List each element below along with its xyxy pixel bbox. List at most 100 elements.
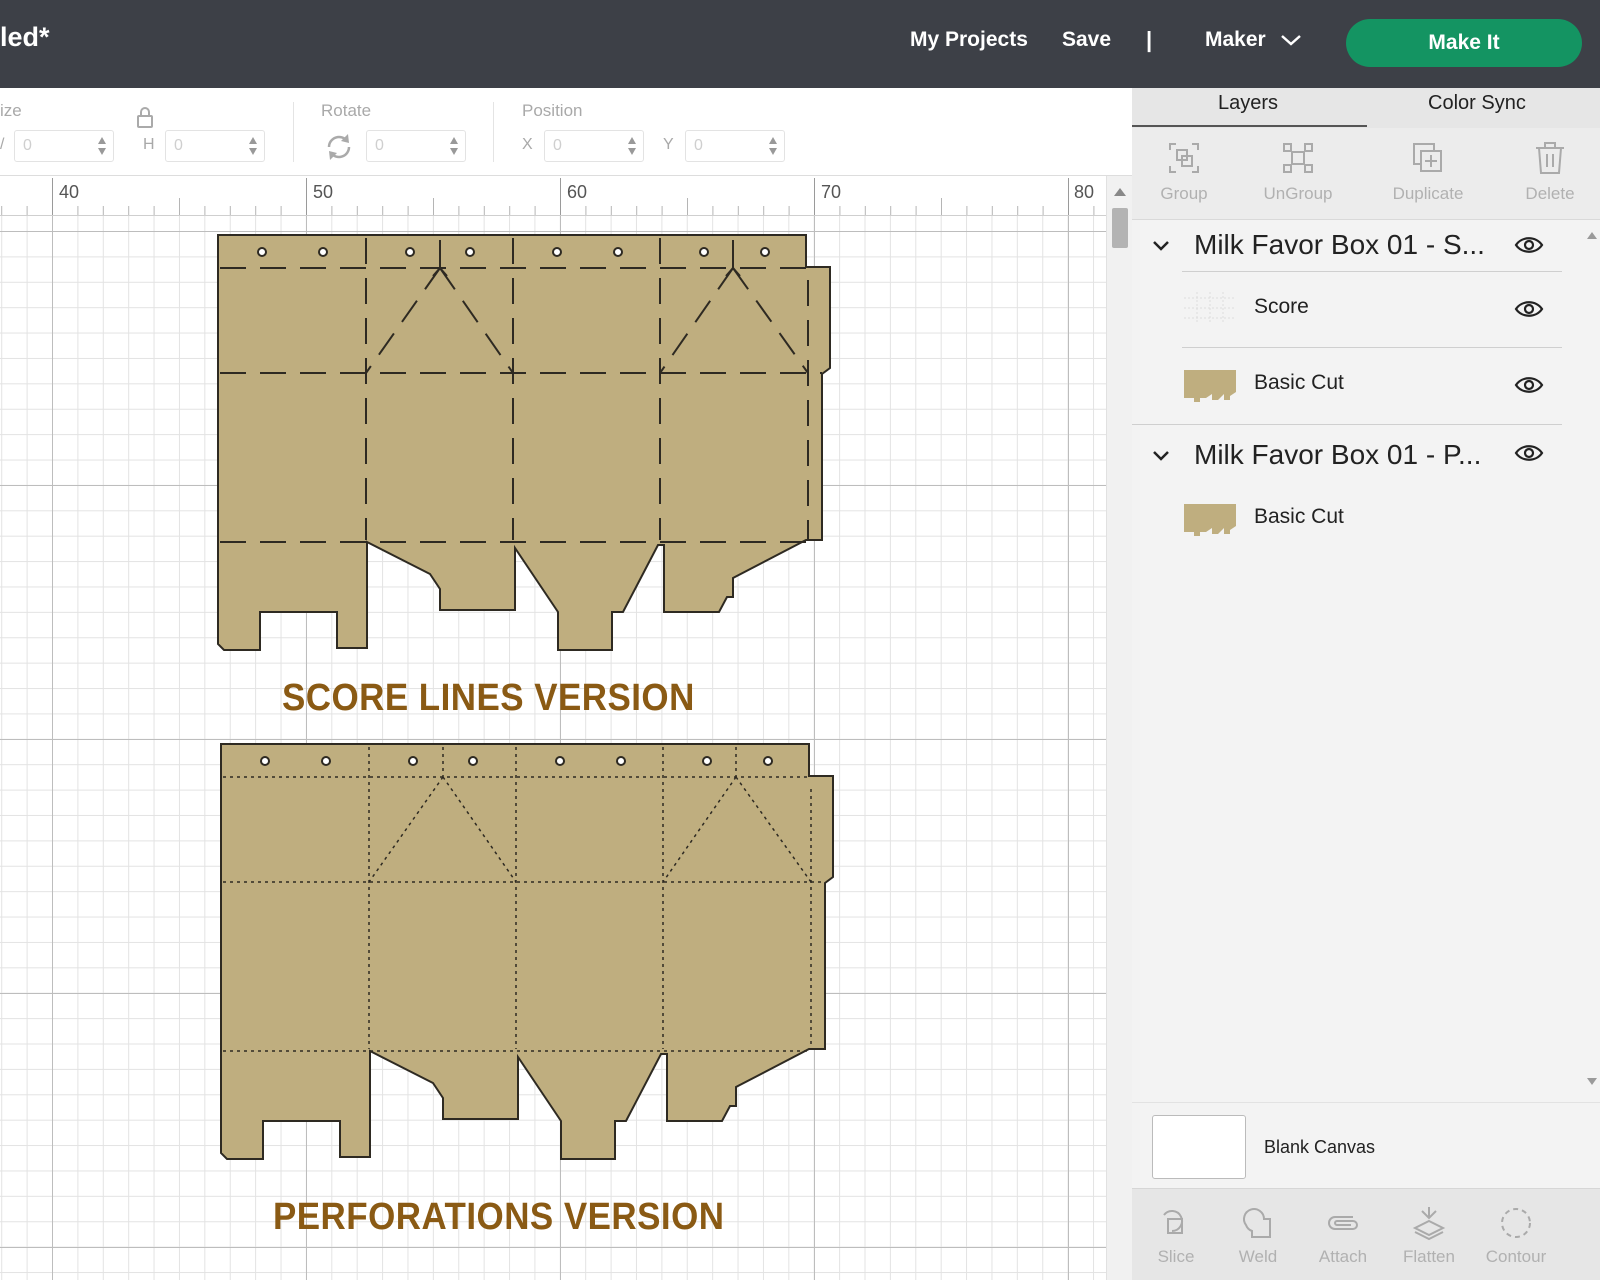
chevron-down-icon[interactable] [1150, 444, 1172, 466]
toolbar-divider [493, 102, 494, 162]
layer-item-basic-cut[interactable]: Basic Cut [1182, 348, 1572, 422]
toolbar-divider [293, 102, 294, 162]
perforation-version-label[interactable]: PERFORATIONS VERSION [273, 1196, 724, 1239]
layers-scrollbar[interactable] [1584, 220, 1600, 1102]
score-box[interactable] [217, 234, 831, 651]
size-label: ize [0, 101, 22, 120]
trash-icon [1536, 142, 1564, 174]
weld-button[interactable]: Weld [1228, 1203, 1288, 1267]
height-letter: H [143, 136, 155, 153]
y-position-value: 0 [694, 137, 703, 154]
y-position-input[interactable]: 0 [685, 130, 785, 162]
layer-actions: Group UnGroup Duplicate Delete [1132, 128, 1600, 220]
flatten-icon [1412, 1207, 1446, 1241]
rotate-input[interactable]: 0 [366, 130, 466, 162]
ruler-label: 70 [821, 182, 842, 202]
paperclip-icon [1328, 1216, 1358, 1230]
layer-item-score[interactable]: Score [1182, 272, 1572, 346]
basic-cut-thumbnail [1184, 370, 1236, 402]
header-separator: | [1146, 27, 1153, 52]
ungroup-button[interactable]: UnGroup [1260, 138, 1336, 204]
project-title[interactable]: led* [0, 22, 50, 53]
ruler-label: 40 [59, 182, 80, 202]
group-button[interactable]: Group [1154, 138, 1214, 204]
panel-tabs: Layers Color Sync [1132, 88, 1600, 128]
rotate-value: 0 [375, 137, 384, 154]
canvas-swatch[interactable] [1152, 1115, 1246, 1179]
layers-list: Milk Favor Box 01 - S... Score Basic Cut… [1132, 220, 1584, 1102]
save-button[interactable]: Save [1062, 28, 1111, 52]
flatten-label: Flatten [1403, 1247, 1455, 1266]
height-input[interactable]: 0 [165, 130, 265, 162]
canvas-artwork [217, 234, 834, 1160]
stepper-icon[interactable] [248, 135, 258, 157]
width-input[interactable]: 0 [14, 130, 114, 162]
layer-item-basic-cut[interactable]: Basic Cut [1182, 482, 1572, 556]
stepper-icon[interactable] [768, 135, 778, 157]
canvas-scrollbar[interactable] [1106, 176, 1132, 1280]
group-icon [1169, 143, 1199, 173]
delete-button[interactable]: Delete [1518, 138, 1582, 204]
basic-cut-thumbnail [1184, 504, 1236, 536]
stepper-icon[interactable] [627, 135, 637, 157]
chevron-down-icon [1280, 35, 1301, 46]
blank-canvas-row[interactable]: Blank Canvas [1132, 1102, 1600, 1188]
duplicate-button[interactable]: Duplicate [1386, 138, 1470, 204]
lock-icon[interactable] [135, 106, 155, 130]
ruler-ticks [1, 178, 1095, 215]
x-letter: X [522, 136, 533, 153]
contour-button[interactable]: Contour [1478, 1203, 1554, 1267]
blank-canvas-label: Blank Canvas [1264, 1137, 1376, 1157]
rotate-label: Rotate [321, 101, 372, 120]
score-version-label[interactable]: SCORE LINES VERSION [282, 677, 695, 720]
scroll-down-icon[interactable] [1587, 1078, 1597, 1085]
perforation-box[interactable] [220, 743, 834, 1160]
chevron-down-icon[interactable] [1150, 234, 1172, 256]
edit-toolbar: ize / 0 H 0 Rotate 0 Position X 0 Y 0 [0, 88, 1132, 176]
layer-group-name: Milk Favor Box 01 - S... [1194, 229, 1485, 260]
contour-icon [1501, 1208, 1531, 1238]
x-position-input[interactable]: 0 [544, 130, 644, 162]
eye-icon[interactable] [1514, 442, 1544, 464]
tab-color-sync[interactable]: Color Sync [1428, 92, 1526, 115]
layer-group-perforation[interactable]: Milk Favor Box 01 - P... [1132, 430, 1572, 480]
make-it-button[interactable]: Make It [1346, 19, 1582, 67]
flatten-button[interactable]: Flatten [1394, 1203, 1464, 1267]
ungroup-icon [1283, 143, 1313, 173]
stepper-icon[interactable] [97, 135, 107, 157]
design-canvas[interactable]: SCORE LINES VERSION PERFORATIONS VERSION [0, 216, 1106, 1280]
layer-item-name: Score [1254, 295, 1309, 318]
position-label: Position [522, 101, 583, 120]
scroll-up-icon[interactable] [1587, 232, 1597, 239]
score-thumbnail [1184, 292, 1236, 324]
group-label: Group [1160, 184, 1208, 203]
width-letter: / [0, 136, 5, 153]
eye-icon[interactable] [1514, 298, 1544, 320]
scroll-up-icon[interactable] [1114, 188, 1126, 196]
height-value: 0 [174, 137, 183, 154]
machine-select-label: Maker [1205, 28, 1266, 51]
ruler-label: 50 [313, 182, 334, 202]
machine-select[interactable]: Maker [1205, 28, 1302, 52]
eye-icon[interactable] [1514, 374, 1544, 396]
rotate-icon [327, 134, 351, 160]
attach-button[interactable]: Attach [1308, 1203, 1378, 1267]
layer-divider [1132, 424, 1562, 425]
eye-icon[interactable] [1514, 234, 1544, 256]
ruler-label: 80 [1074, 182, 1095, 202]
slice-button[interactable]: Slice [1146, 1203, 1206, 1267]
horizontal-ruler: 40 50 60 70 80 [0, 176, 1106, 216]
duplicate-label: Duplicate [1392, 184, 1464, 203]
delete-label: Delete [1525, 184, 1575, 203]
tab-layers[interactable]: Layers [1218, 92, 1278, 115]
stepper-icon[interactable] [449, 135, 459, 157]
my-projects-link[interactable]: My Projects [910, 28, 1028, 52]
attach-label: Attach [1318, 1247, 1368, 1266]
bottom-toolbar: Slice Weld Attach Flatten Contour [1132, 1188, 1600, 1280]
scroll-thumb[interactable] [1112, 208, 1128, 248]
layer-group-score[interactable]: Milk Favor Box 01 - S... [1132, 220, 1572, 270]
layer-item-name: Basic Cut [1254, 371, 1344, 394]
weld-label: Weld [1238, 1247, 1278, 1266]
slice-icon [1163, 1210, 1183, 1234]
y-letter: Y [663, 136, 674, 153]
